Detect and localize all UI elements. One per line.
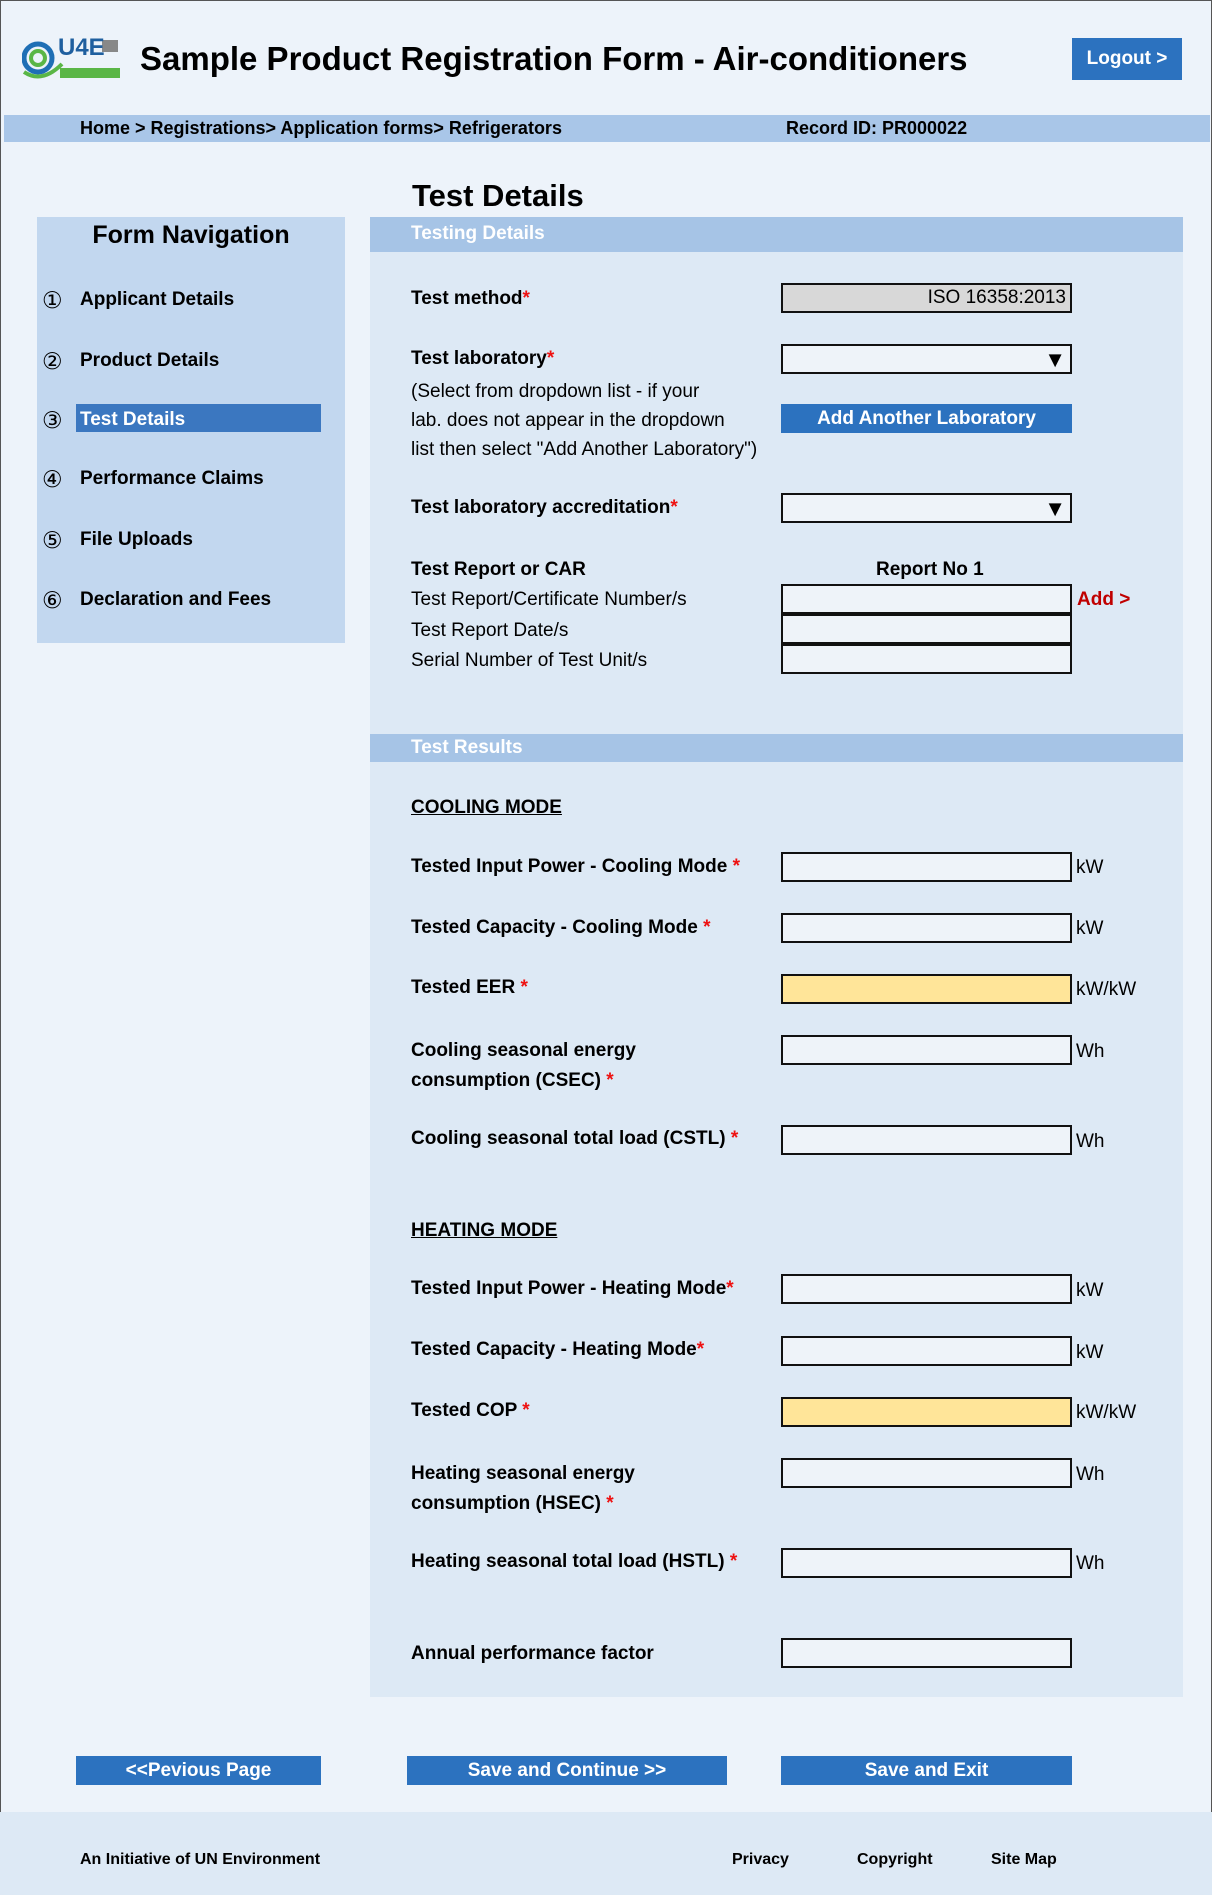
unit-kw: kW	[1076, 1342, 1104, 1363]
heating-input-power-input[interactable]	[781, 1274, 1072, 1304]
nav-item-label: Declaration and Fees	[80, 589, 272, 610]
add-another-laboratory-button[interactable]: Add Another Laboratory	[781, 404, 1072, 433]
unit-wh: Wh	[1076, 1464, 1105, 1485]
serial-number-input[interactable]	[781, 644, 1072, 674]
apf-input[interactable]	[781, 1638, 1072, 1668]
unit-kw-per-kw: kW/kW	[1076, 1402, 1137, 1423]
step-4-icon: ④	[42, 465, 63, 492]
nav-item-label: Performance Claims	[80, 468, 264, 489]
step-1-icon: ①	[42, 286, 63, 313]
cooling-capacity-label: Tested Capacity - Cooling Mode *	[411, 917, 711, 938]
testing-details-title: Testing Details	[411, 223, 545, 244]
footer-sitemap-link[interactable]: Site Map	[991, 1851, 1057, 1869]
serial-number-label: Serial Number of Test Unit/s	[411, 650, 648, 671]
accreditation-select[interactable]: ▼	[781, 493, 1072, 523]
accreditation-label: Test laboratory accreditation*	[411, 497, 678, 518]
cooling-capacity-input[interactable]	[781, 913, 1072, 943]
section-title: Test Details	[412, 178, 584, 213]
breadcrumb[interactable]: Home > Registrations> Application forms>…	[80, 118, 562, 139]
test-method-label: Test method*	[411, 288, 530, 309]
unit-wh: Wh	[1076, 1041, 1105, 1062]
unit-wh: Wh	[1076, 1553, 1105, 1574]
csec-label-line1: Cooling seasonal energy	[411, 1040, 636, 1061]
heating-capacity-input[interactable]	[781, 1336, 1072, 1366]
nav-item-label: Test Details	[80, 409, 186, 430]
nav-item-declaration-and-fees[interactable]: ⑥ Declaration and Fees	[42, 586, 271, 614]
footer-privacy-link[interactable]: Privacy	[732, 1851, 789, 1869]
certificate-number-input[interactable]	[781, 584, 1072, 614]
hsec-input[interactable]	[781, 1458, 1072, 1488]
tested-eer-label: Tested EER *	[411, 977, 528, 998]
nav-item-test-details[interactable]: ③ Test Details	[42, 406, 185, 434]
tested-cop-output	[781, 1397, 1072, 1427]
lab-help-text-2: lab. does not appear in the dropdown	[411, 410, 725, 431]
u4e-logo: U4E	[21, 34, 132, 86]
nav-item-product-details[interactable]: ② Product Details	[42, 347, 219, 375]
tested-eer-output	[781, 974, 1072, 1004]
apf-label: Annual performance factor	[411, 1643, 654, 1664]
csec-label-line2: consumption (CSEC) *	[411, 1070, 614, 1091]
previous-page-button[interactable]: <<Pevious Page	[76, 1756, 321, 1785]
nav-item-applicant-details[interactable]: ① Applicant Details	[42, 286, 234, 314]
add-report-link[interactable]: Add >	[1077, 589, 1130, 611]
cooling-input-power-input[interactable]	[781, 852, 1072, 882]
unit-kw: kW	[1076, 918, 1104, 939]
step-3-icon: ③	[42, 406, 63, 433]
save-and-continue-button[interactable]: Save and Continue >>	[407, 1756, 727, 1785]
nav-item-label: Applicant Details	[80, 289, 235, 310]
logout-button[interactable]: Logout >	[1072, 38, 1182, 80]
hsec-label-line1: Heating seasonal energy	[411, 1463, 635, 1484]
hstl-label: Heating seasonal total load (HSTL) *	[411, 1551, 738, 1572]
form-navigation-heading: Form Navigation	[92, 221, 290, 249]
record-id: Record ID: PR000022	[786, 118, 968, 138]
test-results-title: Test Results	[411, 737, 523, 758]
certificate-number-label: Test Report/Certificate Number/s	[411, 589, 687, 610]
lab-help-text-1: (Select from dropdown list - if your	[411, 381, 700, 402]
logo-text: U4E	[58, 34, 105, 61]
nav-item-label: Product Details	[80, 350, 220, 371]
footer-initiative: An Initiative of UN Environment	[80, 1851, 321, 1868]
lab-help-text-3: list then select "Add Another Laboratory…	[411, 439, 758, 460]
step-5-icon: ⑤	[42, 526, 63, 553]
cstl-input[interactable]	[781, 1125, 1072, 1155]
test-report-heading: Test Report or CAR	[411, 559, 586, 580]
test-method-field: ISO 16358:2013	[781, 283, 1072, 313]
test-results-header: Test Results	[370, 734, 1183, 762]
nav-item-label: File Uploads	[80, 529, 193, 550]
cstl-label: Cooling seasonal total load (CSTL) *	[411, 1128, 739, 1149]
testing-details-header: Testing Details	[370, 217, 1183, 252]
report-date-input[interactable]	[781, 614, 1072, 644]
unit-kw-per-kw: kW/kW	[1076, 979, 1137, 1000]
footer-copyright-link[interactable]: Copyright	[857, 1851, 933, 1869]
page-title: Sample Product Registration Form - Air-c…	[140, 40, 968, 77]
nav-item-performance-claims[interactable]: ④ Performance Claims	[42, 465, 264, 493]
dropdown-arrow-icon: ▼	[1044, 347, 1066, 372]
cooling-input-power-label: Tested Input Power - Cooling Mode *	[411, 856, 740, 877]
unit-wh: Wh	[1076, 1131, 1105, 1152]
report-column-heading: Report No 1	[876, 559, 984, 580]
test-laboratory-select[interactable]: ▼	[781, 344, 1072, 374]
cooling-mode-heading: COOLING MODE	[411, 797, 562, 818]
heating-capacity-label: Tested Capacity - Heating Mode*	[411, 1339, 705, 1360]
dropdown-arrow-icon: ▼	[1044, 496, 1066, 521]
unit-kw: kW	[1076, 857, 1104, 878]
unit-kw: kW	[1076, 1280, 1104, 1301]
save-and-exit-button[interactable]: Save and Exit	[781, 1756, 1072, 1785]
hstl-input[interactable]	[781, 1548, 1072, 1578]
step-2-icon: ②	[42, 347, 63, 374]
heating-input-power-label: Tested Input Power - Heating Mode*	[411, 1278, 734, 1299]
report-date-label: Test Report Date/s	[411, 620, 569, 641]
hsec-label-line2: consumption (HSEC) *	[411, 1493, 614, 1514]
step-6-icon: ⑥	[42, 586, 63, 613]
test-laboratory-label: Test laboratory*	[411, 348, 555, 369]
csec-input[interactable]	[781, 1035, 1072, 1065]
heating-mode-heading: HEATING MODE	[411, 1220, 558, 1241]
tested-cop-label: Tested COP *	[411, 1400, 530, 1421]
nav-item-file-uploads[interactable]: ⑤ File Uploads	[42, 526, 193, 554]
